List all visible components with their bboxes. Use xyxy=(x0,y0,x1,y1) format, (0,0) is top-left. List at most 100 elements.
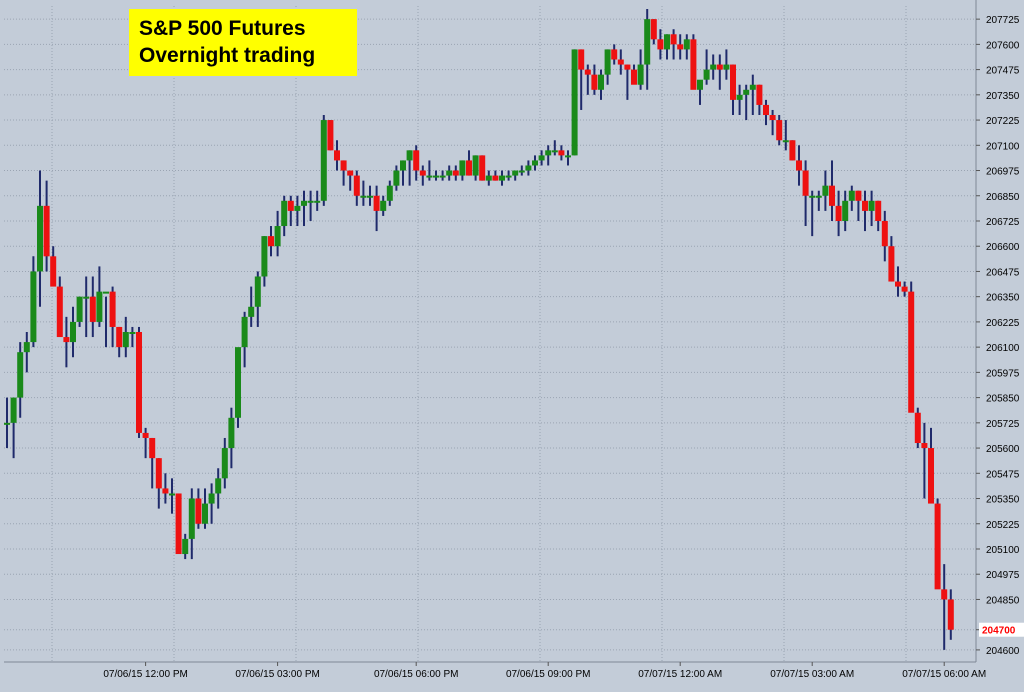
candle-body xyxy=(934,503,941,590)
title-line-2: Overnight trading xyxy=(139,44,316,67)
candle-body xyxy=(532,160,538,166)
candle-body xyxy=(70,321,76,343)
candle xyxy=(136,326,142,438)
y-tick-label: 206725 xyxy=(986,217,1020,228)
candle-body xyxy=(103,291,109,294)
candle-body xyxy=(228,417,235,449)
candle-body xyxy=(908,291,915,413)
y-tick-label: 205475 xyxy=(986,469,1020,480)
candle xyxy=(776,115,783,146)
candle xyxy=(155,458,162,509)
candle-body xyxy=(433,175,439,178)
candle-body xyxy=(373,195,380,211)
candle xyxy=(433,170,439,181)
candle-body xyxy=(611,49,618,60)
candle-body xyxy=(538,155,545,161)
candle xyxy=(505,170,512,181)
candle xyxy=(103,291,109,348)
candle xyxy=(756,84,763,116)
candle xyxy=(400,160,406,186)
candle-body xyxy=(677,44,684,50)
candle-body xyxy=(947,599,954,630)
candle xyxy=(393,165,400,191)
candle-body xyxy=(657,39,664,50)
candle-body xyxy=(716,64,723,70)
candle-body xyxy=(875,200,882,221)
candle xyxy=(472,155,479,181)
candle-body xyxy=(155,458,162,489)
candle-body xyxy=(56,286,63,338)
candle xyxy=(76,296,83,327)
candle-body xyxy=(479,155,486,181)
candle xyxy=(855,190,862,221)
candle xyxy=(439,170,446,181)
candle-body xyxy=(122,332,129,348)
candle xyxy=(446,165,453,181)
candle-body xyxy=(307,200,314,203)
candle-body xyxy=(248,306,255,317)
candle xyxy=(452,165,459,181)
candle-body xyxy=(413,150,420,171)
chart-title-box: S&P 500 Futures Overnight trading xyxy=(129,9,357,76)
candle-body xyxy=(822,185,829,196)
candle xyxy=(70,306,76,358)
candle-body xyxy=(235,347,241,418)
candle-body xyxy=(782,140,789,143)
candle-body xyxy=(499,175,505,181)
candle xyxy=(499,170,505,186)
y-tick-label: 205975 xyxy=(986,368,1020,379)
candle-body xyxy=(888,246,895,282)
candle xyxy=(23,332,30,373)
candle xyxy=(109,286,116,348)
candle-body xyxy=(895,281,901,287)
candle-body xyxy=(624,64,631,70)
candle xyxy=(578,49,585,110)
y-tick-label: 205600 xyxy=(986,444,1020,455)
candle-body xyxy=(208,493,215,504)
candle-body xyxy=(334,150,340,161)
candle-body xyxy=(664,34,670,50)
candle-body xyxy=(400,160,406,171)
candle xyxy=(617,49,624,75)
candle xyxy=(545,145,552,166)
candle xyxy=(683,34,690,60)
y-tick-label: 204975 xyxy=(986,570,1020,581)
candle-body xyxy=(43,205,50,257)
candle-body xyxy=(842,200,849,221)
y-tick-label: 206350 xyxy=(986,293,1020,304)
candle-body xyxy=(789,140,796,161)
candle-body xyxy=(756,84,763,105)
candle xyxy=(644,9,651,90)
candle xyxy=(96,266,103,327)
candle-body xyxy=(928,448,934,504)
candles-layer xyxy=(4,9,954,650)
candle-body xyxy=(386,185,393,201)
candle xyxy=(334,140,340,171)
candle xyxy=(703,49,710,85)
candle xyxy=(17,342,24,418)
candle-body xyxy=(670,34,677,45)
candle xyxy=(565,150,571,166)
candle xyxy=(208,483,215,524)
candle-body xyxy=(169,493,175,496)
candle-body xyxy=(268,236,274,247)
candle-body xyxy=(512,170,519,176)
candle xyxy=(670,29,677,60)
candle xyxy=(604,49,611,85)
y-tick-label: 205350 xyxy=(986,495,1020,506)
x-tick-label: 07/06/15 12:00 PM xyxy=(103,669,188,680)
candle-body xyxy=(472,155,479,176)
y-tick-label: 207600 xyxy=(986,40,1020,51)
candle-body xyxy=(466,160,472,176)
candle xyxy=(848,185,855,211)
candle xyxy=(512,170,519,181)
candle xyxy=(413,145,420,181)
candle-body xyxy=(10,397,17,423)
candle xyxy=(235,347,241,428)
y-tick-label: 204850 xyxy=(986,595,1020,606)
candle-body xyxy=(604,49,611,75)
candle xyxy=(525,160,532,176)
candle xyxy=(228,407,235,469)
x-axis-ticks: 07/06/15 12:00 PM 07/06/15 03:00 PM 07/06/… xyxy=(103,662,986,680)
candle-body xyxy=(142,432,149,438)
